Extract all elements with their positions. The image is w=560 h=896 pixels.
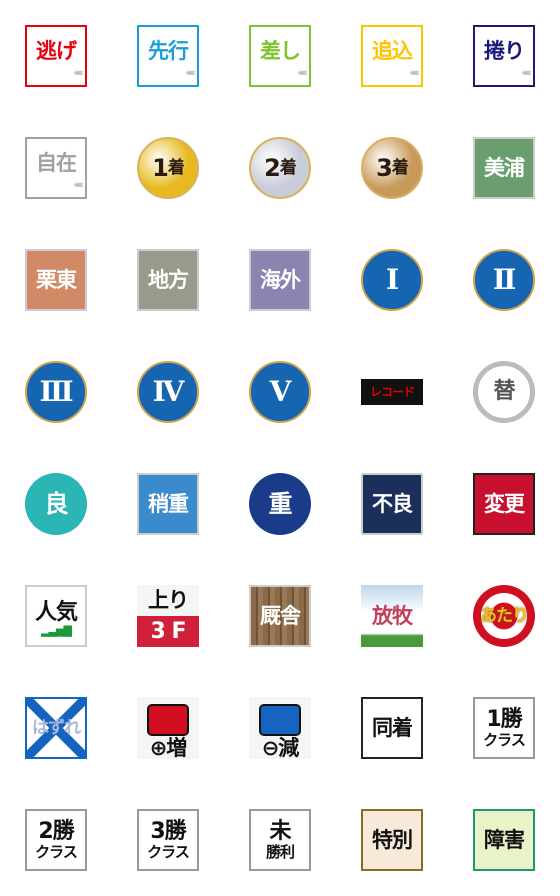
sticker-kyusha[interactable]: 厩舎	[249, 585, 311, 647]
scale-icon	[147, 704, 189, 736]
sticker-ninki[interactable]: 人気 ▂▃▅▇	[25, 585, 87, 647]
sticker-label: 重	[268, 490, 293, 518]
sticker-yayaomo[interactable]: 稍重	[137, 473, 199, 535]
sticker-grade-4[interactable]: Ⅳ	[137, 361, 199, 423]
chevrons-icon: ‹‹‹‹‹	[73, 66, 84, 79]
sticker-label: 1勝	[486, 706, 522, 732]
sticker-hazure[interactable]: はずれ	[25, 697, 87, 759]
chevrons-icon: ‹‹‹‹‹	[409, 66, 420, 79]
sticker-label: 捲り	[484, 39, 525, 63]
sticker-label: 先行	[148, 39, 189, 63]
sticker-label: 1	[152, 154, 169, 182]
sticker-label: 良	[44, 490, 69, 518]
sticker-label: 未	[269, 818, 291, 844]
sticker-label: クラス	[35, 842, 78, 861]
sticker-label: 3勝	[150, 818, 186, 844]
sticker-label: 追込	[372, 39, 413, 63]
sticker-kaigai[interactable]: 海外	[249, 249, 311, 311]
sticker-agari-3f[interactable]: 上り 3 F	[137, 585, 199, 647]
sticker-2-win-class[interactable]: 2勝 クラス	[25, 809, 87, 871]
sticker-label: 稍重	[148, 491, 189, 516]
sticker-shogai[interactable]: 障害	[473, 809, 535, 871]
sticker-label: 2勝	[38, 818, 74, 844]
sticker-jizai[interactable]: 自在 ‹‹‹‹‹	[25, 137, 87, 199]
sticker-label: 地方	[148, 267, 189, 292]
sticker-label: 放牧	[372, 603, 413, 628]
sticker-hoboku[interactable]: 放牧	[361, 585, 423, 647]
sticker-label: 2	[264, 154, 281, 182]
sticker-atari[interactable]: あたり	[473, 585, 535, 647]
sticker-label: あたり	[480, 605, 529, 626]
sticker-label: クラス	[147, 842, 190, 861]
sticker-label: 不良	[372, 491, 413, 516]
sticker-label: 着	[167, 157, 185, 178]
sticker-label: 逃げ	[36, 39, 77, 63]
sticker-3rd-place[interactable]: 3着	[361, 137, 423, 199]
sticker-grade-3[interactable]: Ⅲ	[25, 361, 87, 423]
sticker-grade-1[interactable]: Ⅰ	[361, 249, 423, 311]
sticker-label: 3	[376, 154, 393, 182]
sticker-henko[interactable]: 変更	[473, 473, 535, 535]
sticker-label: レコード	[369, 385, 415, 399]
sticker-label: クラス	[483, 730, 526, 749]
sticker-label: Ⅰ	[385, 263, 399, 296]
sticker-dochaku[interactable]: 同着	[361, 697, 423, 759]
sticker-furyo[interactable]: 不良	[361, 473, 423, 535]
sticker-label: 美浦	[484, 155, 525, 180]
sticker-grid: 逃げ ‹‹‹‹‹ 先行 ‹‹‹‹‹ 差し ‹‹‹‹‹ 追込 ‹‹‹‹‹ 捲り ‹‹‹‹‹ 自在 ‹‹‹…	[0, 0, 560, 896]
sticker-2nd-place[interactable]: 2着	[249, 137, 311, 199]
sticker-label: ⊖減	[261, 736, 300, 759]
sticker-maiden[interactable]: 未勝利	[249, 809, 311, 871]
sticker-1-win-class[interactable]: 1勝 クラス	[473, 697, 535, 759]
sticker-grade-5[interactable]: Ⅴ	[249, 361, 311, 423]
scale-icon	[259, 704, 301, 736]
sticker-weight-down[interactable]: ⊖減	[249, 697, 311, 759]
sticker-label: 着	[279, 157, 297, 178]
sticker-label: 海外	[260, 267, 301, 292]
chevrons-icon: ‹‹‹‹‹	[297, 66, 308, 79]
sticker-omo[interactable]: 重	[249, 473, 311, 535]
sticker-label: はずれ	[32, 717, 81, 738]
sticker-label: 差し	[260, 39, 301, 63]
sticker-label: 特別	[372, 827, 413, 852]
signal-bars-icon: ▂▃▅▇	[41, 623, 72, 637]
sticker-tokubetsu[interactable]: 特別	[361, 809, 423, 871]
sticker-weight-up[interactable]: ⊕増	[137, 697, 199, 759]
sticker-label: 障害	[484, 827, 525, 852]
sticker-label: 自在	[36, 151, 77, 175]
sticker-ritto[interactable]: 栗東	[25, 249, 87, 311]
sticker-label: 勝利	[265, 842, 295, 861]
sticker-grade-2[interactable]: Ⅱ	[473, 249, 535, 311]
chevrons-icon: ‹‹‹‹‹	[185, 66, 196, 79]
chevrons-icon: ‹‹‹‹‹	[73, 178, 84, 191]
sticker-ryo[interactable]: 良	[25, 473, 87, 535]
sticker-senko[interactable]: 先行 ‹‹‹‹‹	[137, 25, 199, 87]
sticker-miho[interactable]: 美浦	[473, 137, 535, 199]
sticker-sashi[interactable]: 差し ‹‹‹‹‹	[249, 25, 311, 87]
sticker-label: 同着	[372, 715, 413, 740]
sticker-label: 変更	[484, 491, 525, 516]
sticker-oikomi[interactable]: 追込 ‹‹‹‹‹	[361, 25, 423, 87]
sticker-label: ⊕増	[149, 736, 188, 759]
sticker-label: 人気	[34, 599, 78, 625]
sticker-makuri[interactable]: 捲り ‹‹‹‹‹	[473, 25, 535, 87]
sticker-label: Ⅱ	[492, 263, 517, 296]
sticker-label: 上り	[148, 588, 189, 612]
sticker-kae[interactable]: 替	[473, 361, 535, 423]
sticker-label: 3 F	[137, 616, 199, 647]
chevrons-icon: ‹‹‹‹‹	[521, 66, 532, 79]
sticker-3-win-class[interactable]: 3勝 クラス	[137, 809, 199, 871]
sticker-record[interactable]: レコード	[361, 379, 423, 405]
sticker-label: 厩舎	[260, 603, 301, 628]
sticker-label: 着	[391, 157, 409, 178]
sticker-chiho[interactable]: 地方	[137, 249, 199, 311]
sticker-label: Ⅳ	[152, 375, 185, 408]
sticker-nige[interactable]: 逃げ ‹‹‹‹‹	[25, 25, 87, 87]
sticker-label: Ⅴ	[269, 375, 292, 408]
sticker-label: Ⅲ	[39, 375, 73, 408]
sticker-1st-place[interactable]: 1着	[137, 137, 199, 199]
sticker-label: 栗東	[36, 267, 77, 292]
sticker-label: 替	[493, 379, 515, 404]
